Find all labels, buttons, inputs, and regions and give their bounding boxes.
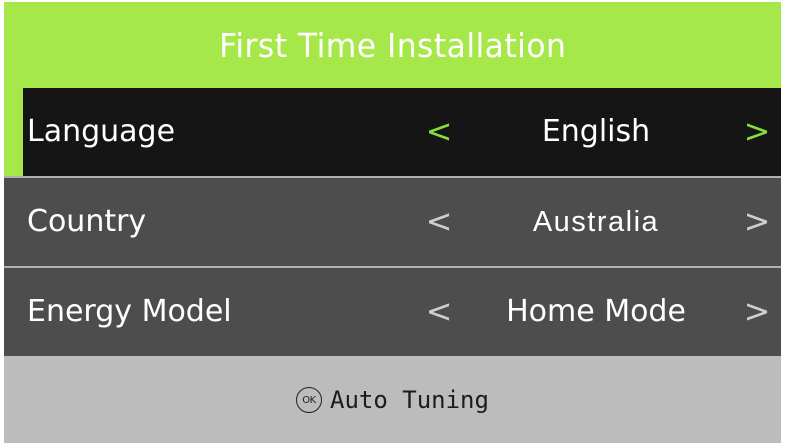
- page-title: First Time Installation: [218, 25, 567, 65]
- chevron-right-icon[interactable]: >: [737, 178, 777, 266]
- chevron-right-icon[interactable]: >: [737, 88, 777, 176]
- chevron-left-icon[interactable]: <: [419, 178, 459, 266]
- setting-value-energy-model: Home Mode: [506, 294, 686, 329]
- auto-tuning-label: Auto Tuning: [330, 385, 489, 414]
- first-time-installation-screen: First Time Installation Language < Engli…: [0, 0, 785, 443]
- header: First Time Installation: [4, 2, 781, 88]
- setting-value-language: English: [541, 114, 651, 149]
- setting-row-country[interactable]: Country < Australia >: [4, 178, 781, 266]
- auto-tuning-button[interactable]: OK Auto Tuning: [4, 356, 781, 443]
- setting-row-energy-model[interactable]: Energy Model < Home Mode >: [4, 268, 781, 356]
- setting-row-language[interactable]: Language < English >: [4, 88, 781, 176]
- focus-indicator: [4, 88, 23, 176]
- setting-label-country: Country: [27, 204, 147, 239]
- chevron-left-icon[interactable]: <: [419, 268, 459, 356]
- setting-label-energy-model: Energy Model: [27, 294, 232, 329]
- chevron-left-icon[interactable]: <: [419, 88, 459, 176]
- chevron-right-icon[interactable]: >: [737, 268, 777, 356]
- setting-label-language: Language: [27, 114, 176, 149]
- setting-value-country: Australia: [532, 206, 660, 238]
- ok-button-icon: OK: [296, 387, 323, 413]
